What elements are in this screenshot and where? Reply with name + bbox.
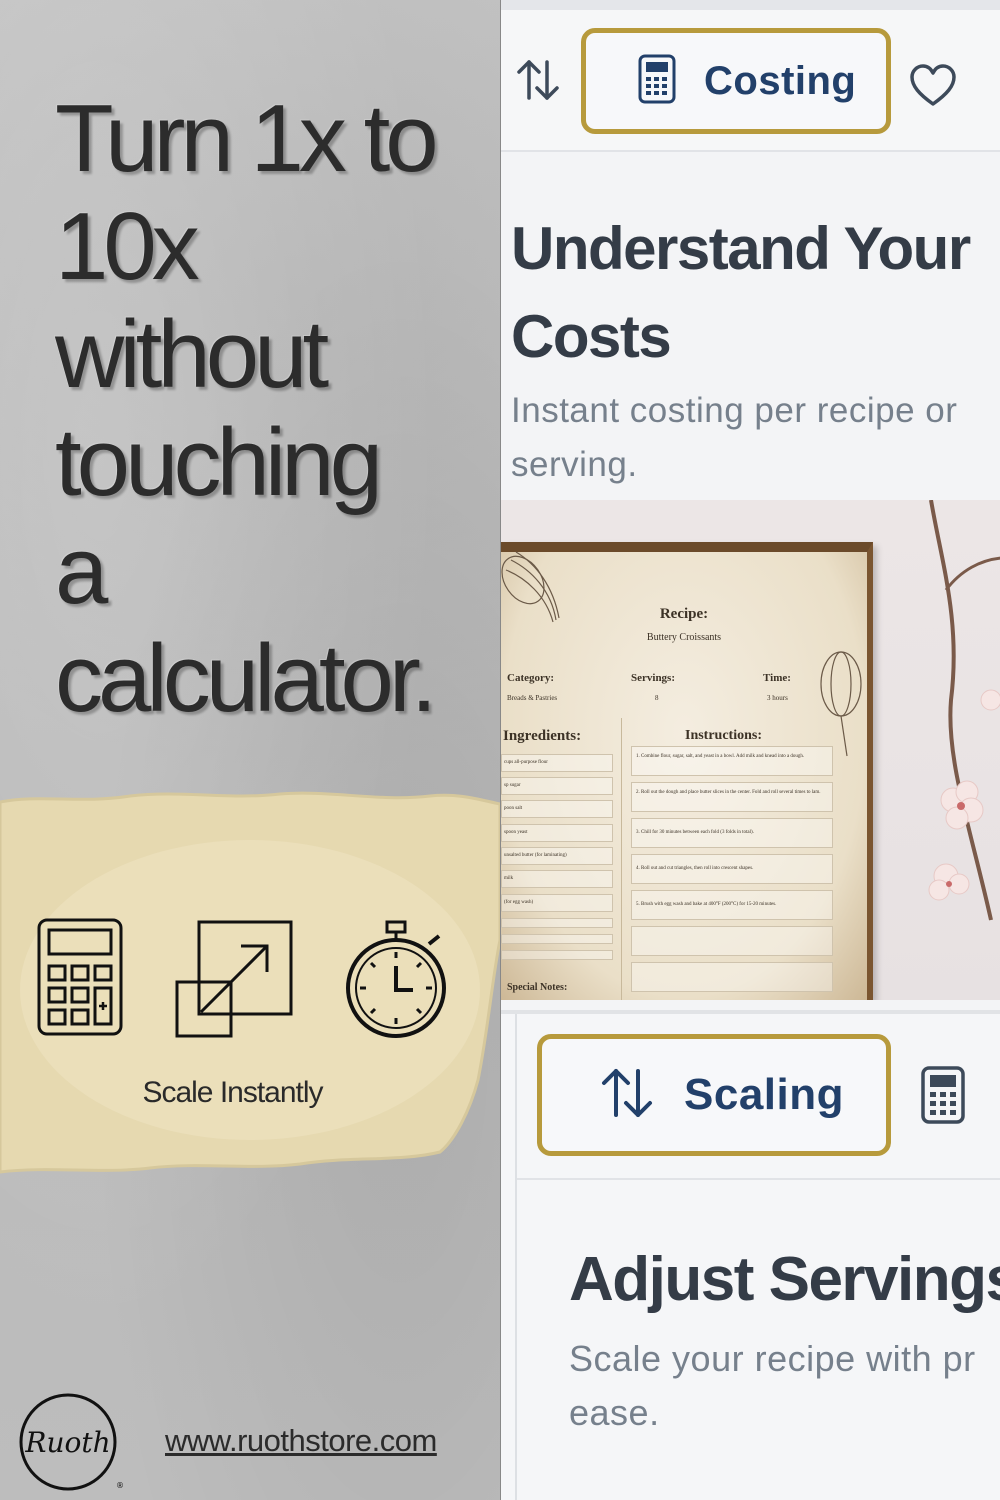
- ingredients-label: Ingredients:: [503, 728, 582, 744]
- instruction-step: [631, 926, 833, 956]
- instruction-step: 4. Roll out and cut triangles, then roll…: [631, 854, 833, 884]
- feature-caption: Scale Instantly: [142, 1076, 323, 1109]
- ingredient-row: [501, 950, 613, 960]
- ingredient-row: [501, 934, 613, 944]
- top-tab-bar: Costing: [501, 0, 1000, 152]
- sort-arrows-icon[interactable]: [515, 56, 561, 109]
- subtitle-line: ease.: [569, 1392, 660, 1433]
- svg-text:®: ®: [116, 1481, 124, 1490]
- whisk-decoration: [501, 551, 560, 623]
- title-line: Costs: [511, 303, 672, 370]
- headline-line: 10x: [55, 193, 200, 300]
- whisk-decoration: [820, 651, 862, 757]
- instruction-step: [631, 962, 833, 992]
- instruction-step: 5. Brush with egg wash and bake at 400°F…: [631, 890, 833, 920]
- ingredient-row: unsalted butter (for laminating): [501, 847, 613, 865]
- instruction-step: 2. Roll out the dough and place butter s…: [631, 782, 833, 812]
- ingredient-row: milk: [501, 870, 613, 888]
- headline-line: touching: [55, 409, 383, 516]
- page-title: Understand Your Costs: [511, 205, 971, 381]
- servings-value: 8: [655, 694, 659, 702]
- subtitle-line: Instant costing per recipe or: [511, 391, 958, 430]
- headline-line: a: [55, 517, 108, 624]
- recipe-card-photo: Recipe: Buttery Croissants Category: Bre…: [501, 500, 1000, 1000]
- headline-line: without: [55, 301, 329, 408]
- headline: Turn 1x to 10x without touching a calcul…: [55, 85, 475, 733]
- page-subtitle: Instant costing per recipe or serving.: [511, 384, 957, 492]
- section-title: Adjust Servings: [569, 1245, 1000, 1314]
- ingredient-row: spoon yeast: [501, 824, 613, 842]
- ingredient-row: (for egg wash): [501, 894, 613, 912]
- instruction-step: 1. Combine flour, sugar, salt, and yeast…: [631, 746, 833, 776]
- notes-label: Special Notes:: [507, 982, 568, 993]
- tab-costing[interactable]: Costing: [581, 28, 891, 134]
- subtitle-line: serving.: [511, 445, 638, 484]
- recipe-card: Recipe: Buttery Croissants Category: Bre…: [501, 542, 873, 1000]
- calculator-icon[interactable]: [921, 1066, 965, 1129]
- ingredient-row: [501, 918, 613, 928]
- headline-line: Turn 1x to: [55, 85, 439, 192]
- cherry-blossom-branch: [928, 500, 1000, 921]
- tab-label: Costing: [704, 58, 857, 103]
- promo-panel: Turn 1x to 10x without touching a calcul…: [0, 0, 500, 1500]
- sort-arrows-icon: [600, 1065, 654, 1126]
- title-line: Understand Your: [511, 215, 971, 282]
- instructions-label: Instructions:: [685, 728, 763, 743]
- heart-icon[interactable]: [909, 64, 957, 113]
- brand-logo[interactable]: Ruoth ®: [18, 1392, 126, 1492]
- headline-line: calculator.: [55, 625, 437, 732]
- tab-label: Scaling: [684, 1070, 844, 1119]
- svg-text:Ruoth: Ruoth: [24, 1426, 110, 1459]
- feature-icons: [35, 918, 455, 1043]
- category-value: Breads & Pastries: [507, 694, 558, 702]
- tab-scaling[interactable]: Scaling: [537, 1034, 891, 1156]
- time-label: Time:: [763, 672, 791, 684]
- section-subtitle: Scale your recipe with pr ease.: [569, 1332, 976, 1440]
- ingredient-row: sp sugar: [501, 777, 613, 795]
- stopwatch-icon: [343, 920, 451, 1045]
- ingredient-row: poon salt: [501, 800, 613, 818]
- category-label: Category:: [507, 672, 555, 684]
- scale-resize-icon: [175, 920, 293, 1043]
- website-link[interactable]: www.ruothstore.com: [165, 1423, 437, 1459]
- subtitle-line: Scale your recipe with pr: [569, 1338, 976, 1379]
- instruction-step: 3. Chill for 30 minutes between each fol…: [631, 818, 833, 848]
- time-value: 3 hours: [767, 694, 788, 702]
- calculator-icon: [638, 54, 676, 109]
- ingredient-row: cups all-purpose flour: [501, 754, 613, 772]
- calculator-icon: [37, 918, 123, 1041]
- app-screenshots: Costing Understand Your Costs Instant co…: [500, 0, 1000, 1500]
- servings-label: Servings:: [631, 672, 675, 684]
